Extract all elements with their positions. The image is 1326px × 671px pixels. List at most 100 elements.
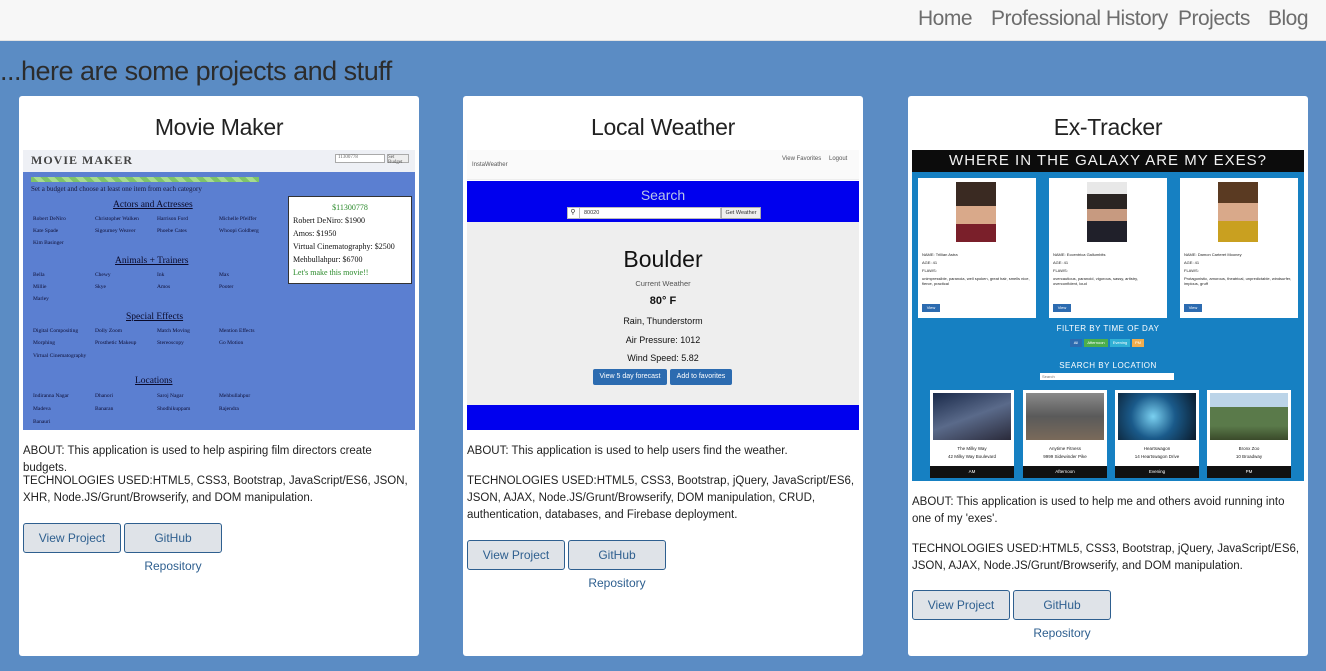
option-item: Pooter: [219, 284, 234, 290]
github-repository-button[interactable]: GitHub Repository: [124, 523, 222, 573]
summary-line: Robert DeNiro: $1900: [293, 216, 365, 225]
location-card: Bronx Zoo 10 Broadway PM: [1207, 390, 1291, 478]
option-item: Rajendra: [219, 406, 239, 412]
project-screenshot[interactable]: InstaWeather View Favorites Logout Searc…: [467, 150, 859, 430]
location-address: 42 Milky Way Boulevard: [947, 454, 997, 459]
time-filter-afternoon: Afternoon: [1084, 339, 1108, 347]
ex-flaws-label: FLAWS:: [1184, 268, 1199, 273]
nav-blog-link[interactable]: Blog: [1268, 7, 1309, 31]
screenshot-navbar: InstaWeather View Favorites Logout: [467, 150, 859, 180]
location-card: The Milky Way 42 Milky Way Boulevard AM: [930, 390, 1014, 478]
view-project-button[interactable]: View Project: [23, 523, 121, 553]
option-item: Christopher Walken: [95, 216, 139, 222]
time-filter-evening: Evening: [1110, 339, 1130, 347]
page-headline: ...here are some projects and stuff: [0, 56, 392, 86]
option-item: Marley: [33, 296, 49, 302]
project-screenshot[interactable]: MOVIE MAKER 11300778 Set Budget Set a bu…: [23, 150, 415, 430]
ex-profile-card: NAME: Damon Carteret Mooney AGE: 41 FLAW…: [1180, 178, 1298, 318]
option-item: Whoopi Goldberg: [219, 228, 259, 234]
option-item: Digital Compositing: [33, 328, 79, 334]
project-technologies: TECHNOLOGIES USED:HTML5, CSS3, Bootstrap…: [467, 475, 855, 521]
location-photo: [1210, 393, 1288, 440]
search-icon: ⚲: [567, 207, 580, 219]
github-repository-button[interactable]: GitHub Repository: [1013, 590, 1111, 640]
option-item: Phoebe Cates: [157, 228, 187, 234]
conditions: Rain, Thunderstorm: [623, 316, 703, 326]
location-photo: [933, 393, 1011, 440]
screenshot-header: MOVIE MAKER 11300778 Set Budget: [23, 150, 415, 172]
location-address: 9999 Sidewinder Pike: [1043, 454, 1087, 459]
summary-line: Amos: $1950: [293, 229, 337, 238]
option-item: Michelle Pfeiffer: [219, 216, 257, 222]
ex-view-button: View: [922, 304, 940, 312]
nav-projects-link[interactable]: Projects: [1178, 7, 1250, 31]
location-time: Afternoon: [1023, 466, 1107, 478]
option-item: Bella: [33, 272, 45, 278]
budget-button: Set Budget: [387, 154, 409, 165]
budget-progress-bar: [31, 177, 259, 182]
view-project-button[interactable]: View Project: [467, 540, 565, 570]
ex-flaws-label: FLAWS:: [922, 268, 937, 273]
location-time: AM: [930, 466, 1014, 478]
screenshot-header: WHERE IN THE GALAXY ARE MY EXES?: [912, 150, 1304, 172]
search-heading: Search: [640, 187, 686, 203]
option-item: Morphing: [33, 340, 55, 346]
section-title: Animals + Trainers: [115, 256, 189, 266]
option-item: Mention Effects: [219, 328, 255, 334]
location-search-heading: SEARCH BY LOCATION: [1059, 361, 1157, 370]
option-item: Shodhikuppam: [157, 406, 191, 412]
location-time: PM: [1207, 466, 1291, 478]
budget-input: 11300778: [335, 154, 385, 163]
location-name: Anytime Fitness: [1048, 446, 1081, 451]
ex-profile-card: NAME: Eccentrica Gallumbits AGE: 41 FLAW…: [1049, 178, 1167, 318]
location-photo: [1026, 393, 1104, 440]
project-screenshot[interactable]: WHERE IN THE GALAXY ARE MY EXES? NAME: T…: [912, 150, 1304, 481]
project-card-movie-maker: Movie Maker MOVIE MAKER 11300778 Set Bud…: [19, 96, 419, 656]
option-item: Prosthetic Makeup: [95, 340, 137, 346]
screenshot-brand: InstaWeather: [472, 162, 508, 168]
section-title: Actors and Actresses: [113, 200, 193, 210]
temperature: 80° F: [649, 295, 677, 307]
option-item: Skye: [95, 284, 106, 290]
view-project-button[interactable]: View Project: [912, 590, 1010, 620]
option-item: Saroj Nagar: [157, 393, 184, 399]
project-card-ex-tracker: Ex-Tracker WHERE IN THE GALAXY ARE MY EX…: [908, 96, 1308, 656]
top-navbar: Home Professional History Projects Blog: [0, 0, 1326, 41]
ex-name: NAME: Damon Carteret Mooney: [1184, 252, 1242, 257]
project-card-local-weather: Local Weather InstaWeather View Favorite…: [463, 96, 863, 656]
ex-flaws: unimpressible, paranoia, well spoken, gr…: [922, 276, 1030, 286]
section-title: Locations: [135, 376, 173, 386]
city-name: Boulder: [623, 246, 703, 272]
project-title: Local Weather: [591, 114, 735, 140]
add-favorites-button: Add to favorites: [670, 369, 732, 385]
location-address: 14 Heartswagon Drive: [1134, 454, 1180, 459]
option-item: Banaran: [95, 406, 114, 412]
project-about: ABOUT: This application is used to help …: [467, 445, 788, 457]
ex-flaws-label: FLAWS:: [1053, 268, 1068, 273]
summary-line: Virtual Cinematography: $2500: [293, 242, 395, 251]
nav-home-link[interactable]: Home: [918, 7, 973, 31]
location-search-input: Search: [1040, 373, 1174, 380]
profile-photo: [956, 182, 996, 242]
github-repository-button[interactable]: GitHub Repository: [568, 540, 666, 590]
location-name: Bronx Zoo: [1238, 446, 1260, 451]
filter-heading: FILTER BY TIME OF DAY: [1056, 324, 1160, 333]
option-item: Virtual Cinematography: [33, 353, 87, 359]
screenshot-nav-logout: Logout: [829, 156, 848, 162]
time-filter-pm: PM: [1132, 339, 1144, 347]
ex-age: AGE: 41: [1053, 260, 1069, 265]
zip-input: 80020: [567, 207, 721, 219]
option-item: Robert DeNiro: [33, 216, 66, 222]
option-item: Match Moving: [157, 328, 190, 334]
ex-name: NAME: Eccentrica Gallumbits: [1053, 252, 1106, 257]
nav-professional-history-link[interactable]: Professional History: [991, 7, 1168, 31]
location-card: Anytime Fitness 9999 Sidewinder Pike Aft…: [1023, 390, 1107, 478]
ex-flaws: overcautious, paranoid, vigorous, sassy,…: [1053, 276, 1138, 286]
screenshot-logo: MOVIE MAKER: [31, 153, 133, 167]
ex-view-button: View: [1053, 304, 1071, 312]
option-item: Dhanori: [95, 393, 114, 399]
wind-speed: Wind Speed: 5.82: [627, 353, 699, 363]
section-title: Special Effects: [126, 312, 184, 322]
project-technologies: TECHNOLOGIES USED:HTML5, CSS3, Bootstrap…: [912, 543, 1300, 572]
option-item: Banauri: [33, 419, 51, 425]
